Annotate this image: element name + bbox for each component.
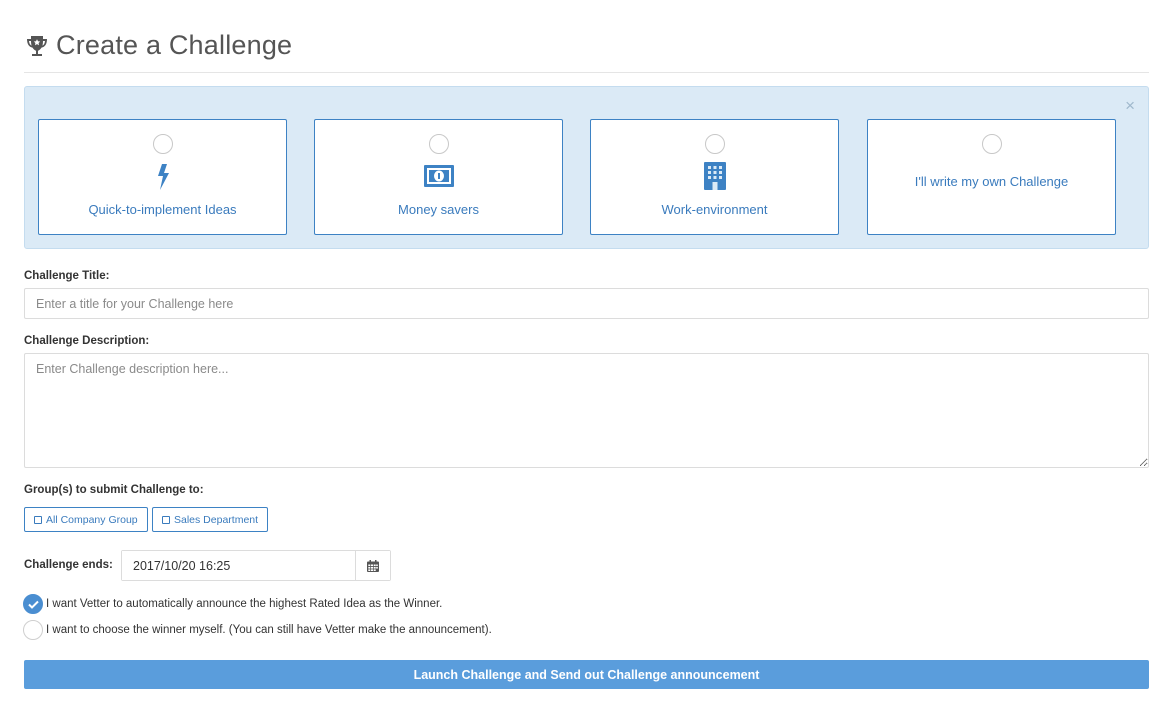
challenge-description-label: Challenge Description: [24,335,150,347]
close-icon[interactable]: × [1125,97,1135,114]
lightning-icon [157,164,169,190]
checkmark-icon [27,600,39,609]
group-option-sales-department[interactable]: Sales Department [152,507,269,532]
suggestion-card-label: Quick-to-implement Ideas [88,202,237,217]
suggestion-radio[interactable] [152,134,173,154]
calendar-icon [367,559,379,572]
suggestion-card-quick-ideas[interactable]: Quick-to-implement Ideas [38,119,287,235]
challenge-description-textarea[interactable] [24,353,1149,468]
winner-option-auto-announce[interactable]: I want Vetter to automatically announce … [23,594,442,614]
winner-option-label: I want to choose the winner myself. (You… [46,624,492,636]
page-header: Create a Challenge [24,30,292,61]
title-divider [24,72,1149,73]
calendar-button[interactable] [355,551,390,580]
suggestion-card-label: I'll write my own Challenge [914,174,1069,189]
winner-option-label: I want Vetter to automatically announce … [46,598,443,610]
challenge-ends-input[interactable] [122,551,355,580]
suggestion-card-money-savers[interactable]: Money savers [314,119,563,235]
page-title: Create a Challenge [56,30,293,60]
checkbox-icon [162,515,170,524]
suggestion-card-write-own[interactable]: I'll write my own Challenge [867,119,1116,235]
group-option-label: Sales Department [174,513,259,526]
suggestion-card-work-environment[interactable]: Work-environment [590,119,839,235]
launch-challenge-button[interactable]: Launch Challenge and Send out Challenge … [24,660,1149,689]
trophy-icon [27,35,47,56]
groups-label: Group(s) to submit Challenge to: [24,484,204,496]
winner-option-choose-myself[interactable]: I want to choose the winner myself. (You… [23,620,492,640]
suggestion-radio[interactable] [981,134,1002,154]
suggestion-card-label: Work-environment [661,202,768,217]
building-icon [703,162,726,190]
group-option-label: All Company Group [46,513,138,526]
money-icon [423,165,454,187]
checkbox-icon [34,515,42,524]
suggestion-radio[interactable] [704,134,725,154]
radio-checked[interactable] [23,594,43,614]
challenge-title-label: Challenge Title: [24,270,110,282]
group-option-all-company[interactable]: All Company Group [24,507,148,532]
radio-unchecked[interactable] [23,620,43,640]
suggestion-radio[interactable] [428,134,449,154]
challenge-ends-picker [121,550,391,581]
challenge-suggestions-panel: × Quick-to-implement Ideas Money savers [24,86,1149,249]
challenge-title-input[interactable] [24,288,1149,319]
suggestion-card-label: Money savers [398,202,479,217]
challenge-ends-label: Challenge ends: [24,559,113,571]
